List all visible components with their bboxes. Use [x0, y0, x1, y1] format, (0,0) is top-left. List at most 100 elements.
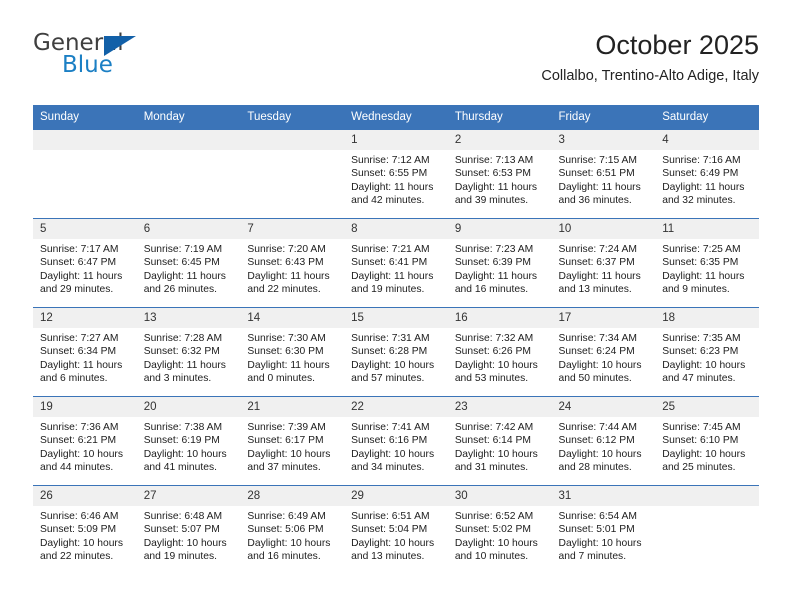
- day-detail-line: and 6 minutes.: [40, 373, 108, 385]
- day-detail-line: Daylight: 10 hours: [247, 537, 331, 549]
- day-details: Sunrise: 6:49 AM Sunset: 5:06 PM Daylight:…: [240, 506, 344, 564]
- day-details: Sunrise: 7:34 AM Sunset: 6:24 PM Daylight:…: [552, 328, 656, 386]
- day-detail-line: Daylight: 10 hours: [143, 537, 227, 549]
- day-detail-line: Sunrise: 7:21 AM: [351, 244, 430, 255]
- weekday-header-tuesday: Tuesday: [240, 105, 345, 130]
- calendar-day-cell[interactable]: 28 Sunrise: 6:49 AM Sunset: 5:06 PM Dayligh…: [240, 485, 345, 574]
- weekday-header-friday: Friday: [551, 105, 656, 130]
- day-detail-line: Sunset: 6:41 PM: [351, 257, 428, 269]
- day-detail-line: Sunset: 6:47 PM: [40, 257, 117, 269]
- calendar-day-cell[interactable]: 9 Sunrise: 7:23 AM Sunset: 6:39 PM Daylight…: [447, 218, 552, 308]
- day-detail-line: Sunset: 6:14 PM: [454, 435, 531, 447]
- calendar-grid: Sunday Monday Tuesday Wednesday Thursday…: [33, 105, 759, 574]
- day-detail-line: Daylight: 10 hours: [247, 448, 331, 460]
- calendar-day-cell[interactable]: 4 Sunrise: 7:16 AM Sunset: 6:49 PM Daylight…: [655, 129, 759, 219]
- calendar-day-cell[interactable]: 11 Sunrise: 7:25 AM Sunset: 6:35 PM Dayligh…: [655, 218, 759, 308]
- day-detail-line: and 34 minutes.: [351, 462, 425, 474]
- day-detail-line: Sunrise: 7:27 AM: [40, 333, 119, 344]
- calendar-day-cell[interactable]: 21 Sunrise: 7:39 AM Sunset: 6:17 PM Dayligh…: [240, 396, 345, 486]
- day-detail-line: Daylight: 10 hours: [662, 359, 746, 371]
- day-detail-line: Sunrise: 7:45 AM: [662, 422, 741, 433]
- day-details: Sunrise: 6:54 AM Sunset: 5:01 PM Daylight:…: [552, 506, 656, 564]
- calendar-day-cell[interactable]: 25 Sunrise: 7:45 AM Sunset: 6:10 PM Dayligh…: [655, 396, 759, 486]
- day-detail-line: Sunrise: 7:25 AM: [662, 244, 741, 255]
- calendar-day-cell[interactable]: 10 Sunrise: 7:24 AM Sunset: 6:37 PM Dayligh…: [551, 218, 656, 308]
- day-detail-line: and 37 minutes.: [247, 462, 321, 474]
- calendar-day-cell[interactable]: 19 Sunrise: 7:36 AM Sunset: 6:21 PM Dayligh…: [33, 396, 137, 486]
- calendar-day-cell[interactable]: 8 Sunrise: 7:21 AM Sunset: 6:41 PM Daylight…: [344, 218, 448, 308]
- calendar-day-cell[interactable]: 22 Sunrise: 7:41 AM Sunset: 6:16 PM Dayligh…: [344, 396, 448, 486]
- day-details: Sunrise: 7:32 AM Sunset: 6:26 PM Daylight:…: [448, 328, 552, 386]
- day-number: [240, 130, 345, 150]
- day-number: 22: [344, 397, 448, 417]
- day-number: 2: [447, 130, 552, 150]
- day-detail-line: Daylight: 10 hours: [40, 448, 123, 460]
- day-details: Sunrise: 7:13 AM Sunset: 6:53 PM Daylight:…: [448, 150, 552, 208]
- day-detail-line: and 36 minutes.: [558, 195, 632, 207]
- day-detail-line: and 50 minutes.: [558, 373, 632, 385]
- day-number: 12: [33, 308, 137, 328]
- calendar-day-cell[interactable]: 30 Sunrise: 6:52 AM Sunset: 5:02 PM Dayligh…: [447, 485, 552, 574]
- day-detail-line: Sunrise: 7:12 AM: [351, 155, 430, 166]
- day-detail-line: Sunset: 6:12 PM: [558, 435, 635, 447]
- day-detail-line: and 16 minutes.: [454, 284, 529, 296]
- logo-text-blue: Blue: [62, 52, 113, 78]
- day-detail-line: Sunset: 5:04 PM: [351, 524, 428, 536]
- day-detail-line: Sunset: 6:35 PM: [662, 257, 739, 269]
- day-detail-line: Sunset: 6:32 PM: [143, 346, 220, 358]
- day-detail-line: Daylight: 11 hours: [40, 359, 123, 371]
- day-details: [33, 150, 137, 154]
- weekday-header-saturday: Saturday: [655, 105, 759, 130]
- weekday-header-sunday: Sunday: [33, 105, 137, 130]
- day-detail-line: Sunrise: 7:30 AM: [247, 333, 326, 344]
- day-number: 5: [33, 219, 137, 239]
- calendar-day-cell[interactable]: 29 Sunrise: 6:51 AM Sunset: 5:04 PM Dayligh…: [344, 485, 448, 574]
- day-detail-line: Sunset: 6:37 PM: [558, 257, 635, 269]
- day-detail-line: and 47 minutes.: [662, 373, 736, 385]
- day-detail-line: Sunset: 5:01 PM: [558, 524, 635, 536]
- day-detail-line: Daylight: 11 hours: [454, 270, 538, 282]
- day-details: Sunrise: 7:31 AM Sunset: 6:28 PM Daylight:…: [344, 328, 448, 386]
- calendar-day-cell[interactable]: 17 Sunrise: 7:34 AM Sunset: 6:24 PM Dayligh…: [551, 307, 656, 397]
- day-detail-line: Daylight: 10 hours: [351, 448, 435, 460]
- calendar-day-cell[interactable]: 15 Sunrise: 7:31 AM Sunset: 6:28 PM Dayligh…: [344, 307, 448, 397]
- calendar-day-cell[interactable]: 12 Sunrise: 7:27 AM Sunset: 6:34 PM Dayligh…: [33, 307, 137, 397]
- calendar-day-cell[interactable]: 31 Sunrise: 6:54 AM Sunset: 5:01 PM Dayligh…: [551, 485, 656, 574]
- calendar-day-cell[interactable]: 1 Sunrise: 7:12 AM Sunset: 6:55 PM Daylight…: [344, 129, 448, 219]
- calendar-day-cell[interactable]: 20 Sunrise: 7:38 AM Sunset: 6:19 PM Dayligh…: [136, 396, 241, 486]
- calendar-day-cell[interactable]: 7 Sunrise: 7:20 AM Sunset: 6:43 PM Daylight…: [240, 218, 345, 308]
- day-number: 8: [344, 219, 448, 239]
- calendar-day-cell[interactable]: 6 Sunrise: 7:19 AM Sunset: 6:45 PM Daylight…: [136, 218, 241, 308]
- calendar-day-cell[interactable]: 18 Sunrise: 7:35 AM Sunset: 6:23 PM Dayligh…: [655, 307, 759, 397]
- general-blue-logo[interactable]: General Blue: [33, 30, 213, 88]
- calendar-day-cell[interactable]: 3 Sunrise: 7:15 AM Sunset: 6:51 PM Daylight…: [551, 129, 656, 219]
- day-detail-line: Sunset: 6:34 PM: [40, 346, 117, 358]
- day-detail-line: Sunset: 5:02 PM: [454, 524, 531, 536]
- day-number: 4: [655, 130, 759, 150]
- day-details: Sunrise: 7:23 AM Sunset: 6:39 PM Daylight:…: [448, 239, 552, 297]
- day-details: Sunrise: 6:48 AM Sunset: 5:07 PM Daylight:…: [137, 506, 241, 564]
- day-detail-line: Sunset: 6:55 PM: [351, 168, 428, 180]
- day-number: 14: [240, 308, 345, 328]
- calendar-day-cell[interactable]: 2 Sunrise: 7:13 AM Sunset: 6:53 PM Daylight…: [447, 129, 552, 219]
- day-detail-line: and 42 minutes.: [351, 195, 425, 207]
- calendar-day-cell[interactable]: 13 Sunrise: 7:28 AM Sunset: 6:32 PM Dayligh…: [136, 307, 241, 397]
- calendar-day-cell[interactable]: 23 Sunrise: 7:42 AM Sunset: 6:14 PM Dayligh…: [447, 396, 552, 486]
- calendar-empty-cell: [33, 129, 137, 219]
- calendar-day-cell[interactable]: 5 Sunrise: 7:17 AM Sunset: 6:47 PM Daylight…: [33, 218, 137, 308]
- calendar-day-cell[interactable]: 27 Sunrise: 6:48 AM Sunset: 5:07 PM Dayligh…: [136, 485, 241, 574]
- calendar-day-cell[interactable]: 14 Sunrise: 7:30 AM Sunset: 6:30 PM Dayligh…: [240, 307, 345, 397]
- calendar-day-cell[interactable]: 24 Sunrise: 7:44 AM Sunset: 6:12 PM Dayligh…: [551, 396, 656, 486]
- day-details: Sunrise: 7:19 AM Sunset: 6:45 PM Daylight:…: [137, 239, 241, 297]
- location-subtitle: Collalbo, Trentino-Alto Adige, Italy: [541, 68, 759, 84]
- calendar-day-cell[interactable]: 26 Sunrise: 6:46 AM Sunset: 5:09 PM Dayligh…: [33, 485, 137, 574]
- day-detail-line: Sunset: 6:16 PM: [351, 435, 428, 447]
- day-detail-line: and 3 minutes.: [143, 373, 212, 385]
- calendar-day-cell[interactable]: 16 Sunrise: 7:32 AM Sunset: 6:26 PM Dayligh…: [447, 307, 552, 397]
- day-detail-line: and 53 minutes.: [454, 373, 529, 385]
- day-detail-line: Sunrise: 6:48 AM: [143, 511, 223, 522]
- weekday-header-wednesday: Wednesday: [344, 105, 448, 130]
- day-details: Sunrise: 7:15 AM Sunset: 6:51 PM Daylight:…: [552, 150, 656, 208]
- day-number: 23: [447, 397, 552, 417]
- day-detail-line: and 19 minutes.: [143, 551, 217, 563]
